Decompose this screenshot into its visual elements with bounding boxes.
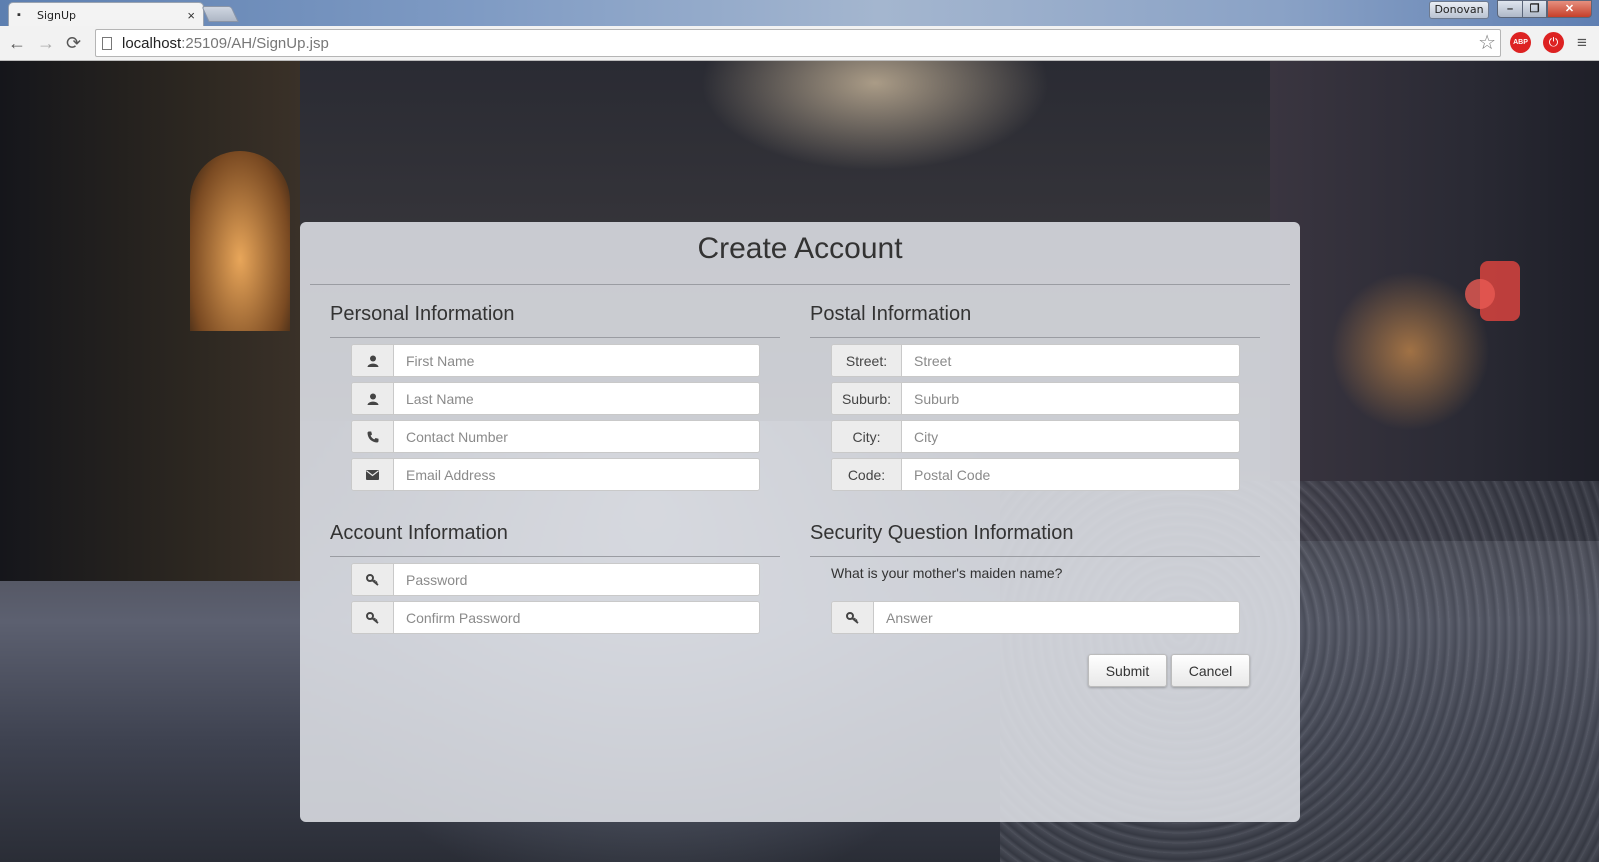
user-icon: [352, 345, 394, 376]
password-field: [351, 563, 760, 596]
confirm-password-field: [351, 601, 760, 634]
close-window-button[interactable]: ✕: [1547, 0, 1592, 18]
reload-icon[interactable]: ⟳: [66, 33, 81, 53]
postal-info-heading: Postal Information: [810, 303, 972, 325]
city-field: City:: [831, 420, 1240, 453]
street-label: Street:: [832, 345, 902, 376]
url-path: :25109/AH/SignUp.jsp: [181, 34, 329, 52]
password-input[interactable]: [394, 564, 759, 595]
page-favicon-icon: ▪: [17, 9, 21, 21]
first-name-field: [351, 344, 760, 377]
maximize-button[interactable]: ❐: [1522, 0, 1547, 18]
security-answer-field: [831, 601, 1240, 634]
code-label: Code:: [832, 459, 902, 490]
url-host: localhost: [122, 34, 182, 52]
forward-arrow-icon[interactable]: →: [37, 33, 55, 53]
envelope-icon: [352, 459, 394, 490]
tab-title: SignUp: [37, 8, 77, 22]
contact-number-field: [351, 420, 760, 453]
signup-card: Create Account Personal Information Firs…: [300, 222, 1300, 822]
personal-info-divider: [330, 337, 780, 338]
power-extension-icon[interactable]: ⏻: [1543, 32, 1564, 53]
back-arrow-icon[interactable]: ←: [8, 33, 26, 53]
last-name-field: [351, 382, 760, 415]
confirm-password-input[interactable]: [394, 602, 759, 633]
address-bar[interactable]: localhost :25109/AH/SignUp.jsp ☆: [95, 29, 1501, 57]
adblock-extension-icon[interactable]: ABP: [1510, 32, 1531, 53]
contact-number-input[interactable]: [394, 421, 759, 452]
browser-menu-icon[interactable]: ≡: [1577, 32, 1587, 54]
postal-code-field: Code:: [831, 458, 1240, 491]
minimize-button[interactable]: –: [1497, 0, 1523, 18]
city-input[interactable]: [902, 421, 1239, 452]
tab-close-icon[interactable]: ×: [187, 8, 195, 23]
browser-tab[interactable]: ▪ SignUp ×: [8, 2, 204, 27]
email-address-input[interactable]: [394, 459, 759, 490]
window-titlebar: ▪ SignUp × Donovan – ❐ ✕: [0, 0, 1599, 27]
bookmark-star-icon[interactable]: ☆: [1478, 32, 1496, 54]
new-tab-button[interactable]: [201, 6, 239, 22]
city-label: City:: [832, 421, 902, 452]
account-info-heading: Account Information: [330, 522, 508, 544]
page-icon: [102, 36, 112, 50]
first-name-input[interactable]: [394, 345, 759, 376]
security-info-divider: [810, 556, 1260, 557]
background-sign-round: [1465, 279, 1495, 309]
security-answer-input[interactable]: [874, 602, 1239, 633]
background-street-lights: [700, 61, 1050, 171]
personal-info-heading: Personal Information: [330, 303, 515, 325]
email-address-field: [351, 458, 760, 491]
page-title: Create Account: [697, 232, 903, 265]
background-photo: Create Account Personal Information Firs…: [0, 61, 1599, 862]
cancel-button[interactable]: Cancel: [1171, 654, 1250, 687]
security-question: What is your mother's maiden name?: [831, 565, 1063, 581]
suburb-field: Suburb:: [831, 382, 1240, 415]
profile-button[interactable]: Donovan: [1429, 1, 1489, 19]
title-divider: [310, 284, 1290, 285]
phone-icon: [352, 421, 394, 452]
security-info-heading: Security Question Information: [810, 522, 1074, 544]
last-name-input[interactable]: [394, 383, 759, 414]
suburb-label: Suburb:: [832, 383, 902, 414]
postal-code-input[interactable]: [902, 459, 1239, 490]
browser-toolbar: ← → ⟳ localhost :25109/AH/SignUp.jsp ☆ A…: [0, 26, 1599, 61]
key-icon: [832, 602, 874, 633]
account-info-divider: [330, 556, 780, 557]
background-lit-archway: [190, 151, 290, 331]
user-icon: [352, 383, 394, 414]
street-field: Street:: [831, 344, 1240, 377]
postal-info-divider: [810, 337, 1260, 338]
key-icon: [352, 564, 394, 595]
key-icon: [352, 602, 394, 633]
submit-button[interactable]: Submit: [1088, 654, 1167, 687]
street-input[interactable]: [902, 345, 1239, 376]
suburb-input[interactable]: [902, 383, 1239, 414]
